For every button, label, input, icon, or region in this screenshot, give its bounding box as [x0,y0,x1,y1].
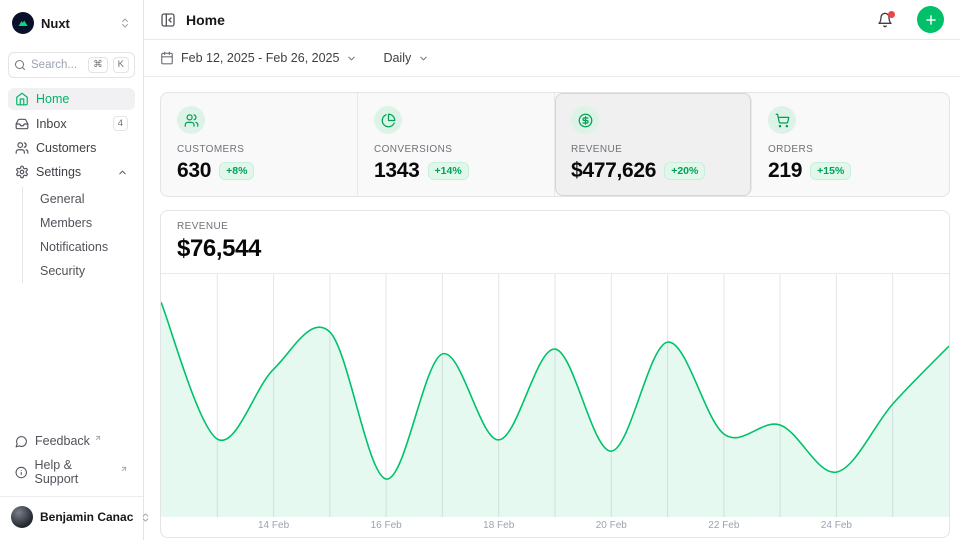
stats-row: CUSTOMERS 630 +8% CONVERSIONS 1343 +14% [160,92,950,197]
sidebar-item-inbox[interactable]: Inbox 4 [8,112,135,135]
sidebar-spacer [8,283,135,430]
external-link-icon [94,434,102,442]
search-input[interactable]: Search... ⌘ K [8,52,135,78]
user-menu[interactable]: Benjamin Canac [0,496,143,532]
x-tick-label: 14 Feb [258,520,289,531]
revenue-chart-svg [161,274,949,517]
chevron-down-icon [418,53,429,64]
delta-badge: +14% [428,162,469,180]
kbd-meta: ⌘ [88,57,108,72]
delta-badge: +20% [664,162,705,180]
settings-subnav: General Members Notifications Security [22,187,135,283]
search-icon [14,59,26,71]
notifications-button[interactable] [877,12,893,28]
sidebar-item-members[interactable]: Members [23,211,135,235]
stat-card[interactable]: ORDERS 219 +15% [752,93,949,196]
chevron-up-icon [117,167,128,178]
x-tick-label: 18 Feb [483,520,514,531]
chevron-down-icon [346,53,357,64]
stat-value: 219 [768,159,802,183]
stat-card[interactable]: CONVERSIONS 1343 +14% [358,93,555,196]
add-button[interactable] [917,6,944,33]
page-title: Home [186,12,867,28]
x-tick-label: 22 Feb [708,520,739,531]
help-support-link[interactable]: Help & Support [8,454,135,490]
message-bubble-icon [15,435,28,448]
sidebar: Nuxt Search... ⌘ K Home Inbox 4 [0,0,144,540]
sidebar-footer: Feedback Help & Support [8,430,135,496]
sidebar-item-home[interactable]: Home [8,88,135,110]
content: CUSTOMERS 630 +8% CONVERSIONS 1343 +14% [144,77,960,540]
stat-card[interactable]: REVENUE $477,626 +20% [555,93,752,196]
chart-value: $76,544 [177,235,933,263]
delta-badge: +8% [219,162,254,180]
top-bar: Home [144,0,960,40]
search-placeholder: Search... [31,59,83,71]
chart-header: REVENUE $76,544 [161,211,949,274]
main-area: Home Feb 12, 2025 - Feb 26, 2025 Daily [144,0,960,540]
chart-label: REVENUE [177,221,933,232]
users-icon [15,141,29,155]
notification-dot [888,11,895,18]
revenue-chart-card: REVENUE $76,544 14 Feb 16 Feb 18 Feb 20 Feb… [160,210,950,538]
sidebar-item-customers[interactable]: Customers [8,137,135,159]
sidebar-item-security[interactable]: Security [23,259,135,283]
calendar-icon [160,51,174,65]
sidebar-nav: Home Inbox 4 Customers Settings General [8,88,135,283]
home-icon [15,92,29,106]
workspace-name: Nuxt [41,16,112,31]
dashboard-app: Nuxt Search... ⌘ K Home Inbox 4 [0,0,960,540]
plus-icon [924,13,938,27]
stat-value: $477,626 [571,159,656,183]
inbox-icon [15,117,29,131]
granularity-select[interactable]: Daily [383,51,429,65]
panel-left-close-icon [160,12,176,28]
inbox-count-badge: 4 [113,116,128,131]
nuxt-logo-icon [12,12,34,34]
chart-x-axis: 14 Feb 16 Feb 18 Feb 20 Feb 22 Feb 24 Feb [161,517,949,537]
workspace-switcher[interactable]: Nuxt [8,8,135,38]
stat-value: 630 [177,159,211,183]
collapse-sidebar-button[interactable] [160,12,176,28]
info-circle-icon [15,466,28,479]
chevrons-up-down-icon [119,17,131,29]
filter-toolbar: Feb 12, 2025 - Feb 26, 2025 Daily [144,40,960,77]
date-range-picker[interactable]: Feb 12, 2025 - Feb 26, 2025 [160,51,357,65]
external-link-icon [120,465,128,473]
users-icon [184,113,199,128]
x-tick-label: 20 Feb [596,520,627,531]
kbd-k: K [113,57,129,72]
stat-value: 1343 [374,159,420,183]
user-name: Benjamin Canac [40,510,133,524]
sidebar-item-general[interactable]: General [23,187,135,211]
delta-badge: +15% [810,162,851,180]
gear-icon [15,165,29,179]
stat-card[interactable]: CUSTOMERS 630 +8% [161,93,358,196]
sidebar-item-settings[interactable]: Settings [8,161,135,183]
cart-icon [775,113,790,128]
dollar-circle-icon [578,113,593,128]
revenue-chart-plot[interactable] [161,274,949,517]
x-tick-label: 16 Feb [371,520,402,531]
sidebar-item-notifications[interactable]: Notifications [23,235,135,259]
feedback-link[interactable]: Feedback [8,430,135,452]
x-tick-label: 24 Feb [821,520,852,531]
avatar [11,506,33,528]
pie-chart-icon [381,113,396,128]
